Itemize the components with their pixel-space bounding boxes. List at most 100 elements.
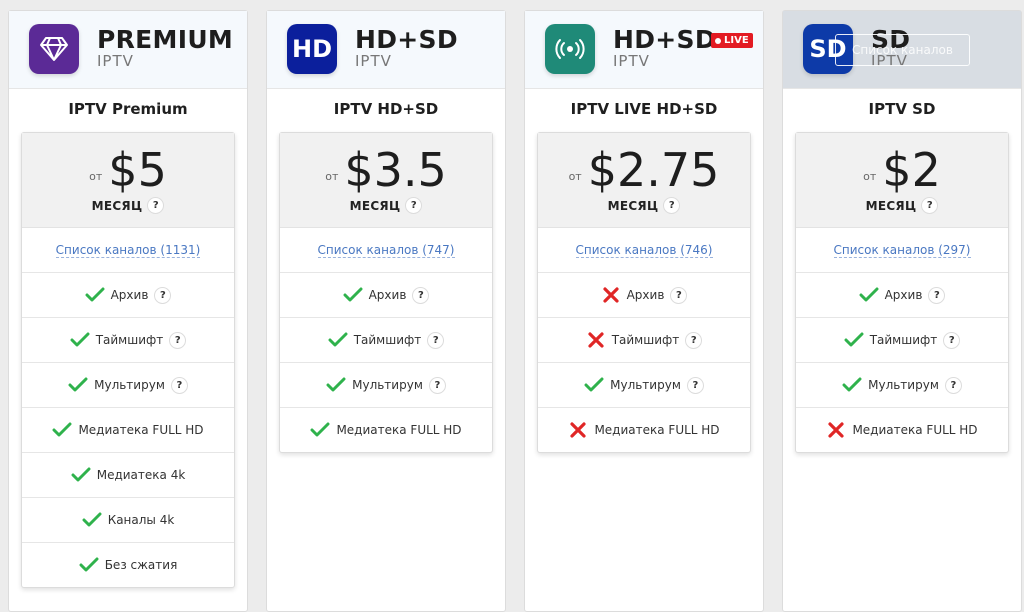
check-icon [343, 287, 363, 302]
help-icon[interactable]: ? [944, 376, 962, 394]
brand-name: HD+SD [355, 25, 458, 54]
channel-list-link[interactable]: Список каналов (747) [317, 243, 455, 258]
brand-sub: IPTV [355, 52, 392, 70]
price-area: от $3.5 МЕСЯЦ ? [280, 133, 492, 228]
live-badge: LIVE [711, 33, 753, 48]
plan-card-live-hd-sd: HD+SD IPTV LIVE IPTV LIVE HD+SD от $2.75… [524, 10, 764, 612]
plan-card-hd-sd: HD HD+SD IPTV IPTV HD+SD от $3.5 МЕСЯЦ ?… [266, 10, 506, 612]
feature-row: Архив ? [280, 273, 492, 318]
feature-row: Медиатека FULL HD [796, 408, 1008, 452]
help-icon[interactable]: ? [170, 376, 188, 394]
price-from: от [863, 170, 877, 183]
feature-row: Каналы 4k [22, 498, 234, 543]
help-icon[interactable]: ? [405, 197, 423, 214]
help-icon[interactable]: ? [427, 331, 445, 349]
card-header: HD HD+SD IPTV [267, 11, 505, 89]
price-period: МЕСЯЦ [865, 198, 917, 213]
brand-logo: HD+SD IPTV [613, 25, 716, 70]
feature-label: Без сжатия [104, 558, 178, 572]
feature-row: Без сжатия [22, 543, 234, 587]
check-icon [844, 332, 864, 347]
plan-box: от $2.75 МЕСЯЦ ? Список каналов (746) Ар… [537, 132, 751, 453]
price-from: от [89, 170, 103, 183]
check-icon [71, 467, 91, 482]
price-area: от $2 МЕСЯЦ ? [796, 133, 1008, 228]
help-icon[interactable]: ? [412, 286, 430, 304]
brand-name: PREMIUM [97, 25, 234, 54]
help-icon[interactable]: ? [685, 331, 703, 349]
diamond-icon [29, 24, 79, 74]
brand-logo: PREMIUM IPTV [97, 25, 234, 70]
price-value: $5 [108, 143, 167, 197]
channel-list-link[interactable]: Список каналов (1131) [55, 243, 201, 258]
feature-label: Мультирум [352, 378, 423, 392]
check-icon [82, 512, 102, 527]
price-value: $2 [882, 143, 941, 197]
check-icon [52, 422, 72, 437]
brand-name: HD+SD [613, 25, 716, 54]
feature-row: Архив ? [22, 273, 234, 318]
feature-label: Каналы 4k [107, 513, 175, 527]
plan-box: от $2 МЕСЯЦ ? Список каналов (297) Архив… [795, 132, 1009, 453]
check-icon [310, 422, 330, 437]
check-icon [70, 332, 90, 347]
feature-label: Медиатека FULL HD [336, 423, 462, 437]
check-icon [68, 377, 88, 392]
hd-logo-icon: HD [287, 24, 337, 74]
price-from: от [568, 170, 582, 183]
feature-row: Таймшифт ? [538, 318, 750, 363]
plan-card-sd: SD SD IPTV Список каналов IPTV SD от $2 … [782, 10, 1022, 612]
card-header: PREMIUM IPTV [9, 11, 247, 89]
feature-row: Мультирум ? [280, 363, 492, 408]
check-icon [326, 377, 346, 392]
price-period: МЕСЯЦ [607, 198, 659, 213]
feature-label: Медиатека FULL HD [594, 423, 720, 437]
feature-row: Медиатека 4k [22, 453, 234, 498]
help-icon[interactable]: ? [943, 331, 961, 349]
feature-label: Таймшифт [95, 333, 164, 347]
card-header: SD SD IPTV Список каналов [783, 11, 1021, 89]
price-value: $2.75 [587, 143, 720, 197]
live-badge-label: LIVE [724, 35, 749, 46]
channel-list-link[interactable]: Список каналов (746) [575, 243, 713, 258]
feature-label: Медиатека FULL HD [852, 423, 978, 437]
cross-icon [588, 332, 604, 348]
help-icon[interactable]: ? [169, 331, 187, 349]
plan-title: IPTV LIVE HD+SD [570, 100, 718, 118]
help-icon[interactable]: ? [663, 197, 681, 214]
check-icon [328, 332, 348, 347]
feature-row: Мультирум ? [796, 363, 1008, 408]
channel-list-button[interactable]: Список каналов [835, 34, 970, 66]
feature-row: Медиатека FULL HD [280, 408, 492, 452]
feature-label: Архив [368, 288, 407, 302]
help-icon[interactable]: ? [921, 197, 939, 214]
plan-title: IPTV SD [868, 100, 936, 118]
feature-row: Мультирум ? [538, 363, 750, 408]
live-dot-icon [715, 37, 721, 44]
channel-list-link[interactable]: Список каналов (297) [833, 243, 971, 258]
feature-label: Медиатека FULL HD [78, 423, 204, 437]
help-icon[interactable]: ? [686, 376, 704, 394]
check-icon [79, 557, 99, 572]
help-icon[interactable]: ? [147, 197, 165, 214]
check-icon [85, 287, 105, 302]
plan-box: от $5 МЕСЯЦ ? Список каналов (1131) Архи… [21, 132, 235, 588]
help-icon[interactable]: ? [928, 286, 946, 304]
help-icon[interactable]: ? [670, 286, 688, 304]
feature-row: Архив ? [796, 273, 1008, 318]
feature-row: Таймшифт ? [22, 318, 234, 363]
plan-card-premium: PREMIUM IPTV IPTV Premium от $5 МЕСЯЦ ? … [8, 10, 248, 612]
feature-label: Мультирум [94, 378, 165, 392]
feature-row: Медиатека FULL HD [22, 408, 234, 453]
feature-label: Мультирум [610, 378, 681, 392]
price-value: $3.5 [344, 143, 447, 197]
price-area: от $2.75 МЕСЯЦ ? [538, 133, 750, 228]
brand-sub: IPTV [613, 52, 650, 70]
feature-label: Таймшифт [353, 333, 422, 347]
brand-sub: IPTV [97, 52, 134, 70]
feature-label: Архив [626, 288, 665, 302]
help-icon[interactable]: ? [428, 376, 446, 394]
feature-row: Таймшифт ? [280, 318, 492, 363]
help-icon[interactable]: ? [154, 286, 172, 304]
brand-logo: HD+SD IPTV [355, 25, 458, 70]
